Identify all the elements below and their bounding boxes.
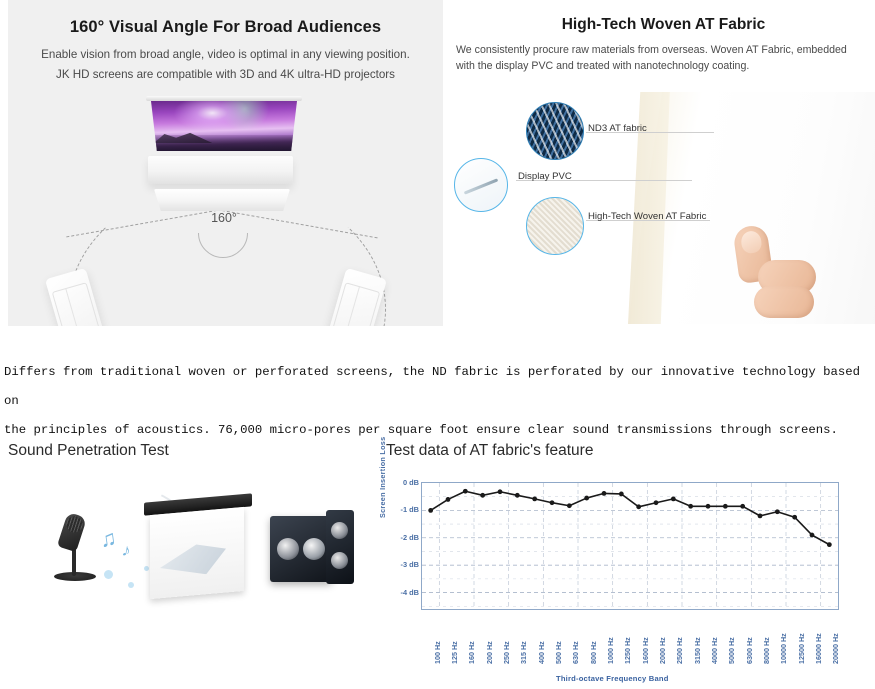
page-root: 160° Visual Angle For Broad Audiences En… xyxy=(0,0,875,689)
chart-x-tick-label: 200 Hz xyxy=(484,641,494,664)
callout-label-nd3: ND3 AT fabric xyxy=(588,123,647,134)
soundbar-cabinet xyxy=(154,189,290,211)
sound-penetration-test-section: Sound Penetration Test ♫ ♪ xyxy=(6,442,366,682)
hand-holding-fabric xyxy=(728,220,820,326)
callout-label-woven: High-Tech Woven AT Fabric xyxy=(588,211,707,222)
chart-x-tick-label: 250 Hz xyxy=(502,641,511,664)
speaker-side-unit xyxy=(326,510,354,584)
chart-section: Test data of AT fabric's feature Screen … xyxy=(378,437,872,688)
screen-casing xyxy=(146,96,302,101)
speaker-main-unit xyxy=(270,516,332,582)
fabric-layers-illustration: ND3 AT fabric Display PVC High-Tech Wove… xyxy=(452,92,875,326)
chart-x-axis-label: Third-octave Frequency Band xyxy=(556,674,669,683)
sound-bubble-1 xyxy=(104,570,113,579)
chart-x-tick-label: 2000 Hz xyxy=(658,637,667,664)
chart-plot-area xyxy=(421,482,839,610)
feature-top-row: 160° Visual Angle For Broad Audiences En… xyxy=(0,0,875,330)
insertion-loss-chart: Screen Insertion Loss 0 dB -1 dB -2 dB -3 d… xyxy=(378,437,872,688)
microphone-pole xyxy=(72,548,76,576)
woven-fabric-title: High-Tech Woven AT Fabric xyxy=(561,16,766,33)
chart-x-tick-label: 315 Hz xyxy=(519,641,529,664)
visual-angle-panel: 160° Visual Angle For Broad Audiences En… xyxy=(8,0,443,326)
description-paragraph: Differs from traditional woven or perfor… xyxy=(4,358,872,445)
chart-x-tick-label: 5000 Hz xyxy=(727,637,737,664)
chart-x-tick-group: 100 Hz 125 Hz 160 Hz 200 Hz 250 Hz 315 Hz 400 … xyxy=(421,612,841,674)
bottom-row: Sound Penetration Test ♫ ♪ Test data of … xyxy=(0,434,875,689)
woven-fabric-panel: High-Tech Woven AT Fabric We consistentl… xyxy=(452,0,875,326)
chart-x-tick-label: 160 Hz xyxy=(467,641,477,664)
sound-bubble-3 xyxy=(144,566,149,571)
woven-fabric-swatch-icon xyxy=(526,197,584,255)
angle-value-label: 160° xyxy=(211,211,237,225)
chart-x-tick-label: 125 Hz xyxy=(450,641,459,664)
visual-angle-subtitle-line2: JK HD screens are compatible with 3D and… xyxy=(56,68,395,81)
test-screen-surface xyxy=(150,506,244,600)
chart-x-tick-label: 10000 Hz xyxy=(779,633,789,664)
viewing-angle-illustration: 160° xyxy=(8,86,443,326)
chart-x-tick-label: 630 Hz xyxy=(571,641,581,664)
sound-penetration-illustration: ♫ ♪ xyxy=(18,471,354,632)
callout-label-pvc: Display PVC xyxy=(518,171,572,182)
music-notes-group: ♫ ♪ xyxy=(98,522,158,588)
chart-y-tick-label: -3 dB xyxy=(400,560,419,570)
chart-x-tick-label: 3150 Hz xyxy=(692,637,702,664)
sound-penetration-test-title: Sound Penetration Test xyxy=(8,442,169,459)
speaker-system xyxy=(262,510,358,588)
chart-x-tick-label: 1000 Hz xyxy=(606,637,615,664)
finger-middle xyxy=(754,286,814,318)
screen-shadow xyxy=(148,156,293,184)
chart-x-tick-label: 20000 Hz xyxy=(831,633,841,664)
chart-x-tick-label: 100 Hz xyxy=(432,641,442,664)
chart-x-tick-label: 16000 Hz xyxy=(814,633,823,664)
test-screen xyxy=(144,493,252,602)
music-note-icon-1: ♫ xyxy=(98,524,119,553)
chart-x-tick-label: 1250 Hz xyxy=(623,637,633,664)
visual-angle-subtitle-line1: Enable vision from broad angle, video is… xyxy=(41,48,410,61)
chart-x-tick-label: 400 Hz xyxy=(536,641,546,664)
nd3-fabric-swatch-icon xyxy=(526,102,584,160)
chart-x-tick-label: 6300 Hz xyxy=(744,637,754,664)
description-line-1: Differs from traditional woven or perfor… xyxy=(4,365,861,408)
screen-aurora-image xyxy=(151,101,297,151)
chart-series-svg xyxy=(422,483,838,609)
chart-x-tick-label: 8000 Hz xyxy=(762,637,771,664)
chart-x-tick-label: 500 Hz xyxy=(554,641,563,664)
sound-bubble-2 xyxy=(128,582,134,588)
music-note-icon-2: ♪ xyxy=(120,540,133,561)
chart-title: Test data of AT fabric's feature xyxy=(386,442,594,459)
chart-y-tick-label: -1 dB xyxy=(400,505,419,515)
chart-y-tick-label: -2 dB xyxy=(400,532,419,542)
woven-fabric-subtitle: We consistently procure raw materials fr… xyxy=(456,44,847,72)
projection-screen xyxy=(146,96,302,154)
display-pvc-swatch-icon xyxy=(454,158,508,212)
chart-x-tick-label: 2500 Hz xyxy=(675,637,685,664)
chart-x-tick-label: 800 Hz xyxy=(588,641,598,664)
chart-x-tick-label: 12500 Hz xyxy=(796,633,806,664)
chart-y-tick-label: 0 dB xyxy=(402,478,419,487)
chart-x-tick-label: 4000 Hz xyxy=(710,637,719,664)
chart-x-tick-label: 1600 Hz xyxy=(640,637,650,664)
chart-y-tick-label: -4 dB xyxy=(400,587,419,597)
visual-angle-title: 160° Visual Angle For Broad Audiences xyxy=(69,18,382,36)
